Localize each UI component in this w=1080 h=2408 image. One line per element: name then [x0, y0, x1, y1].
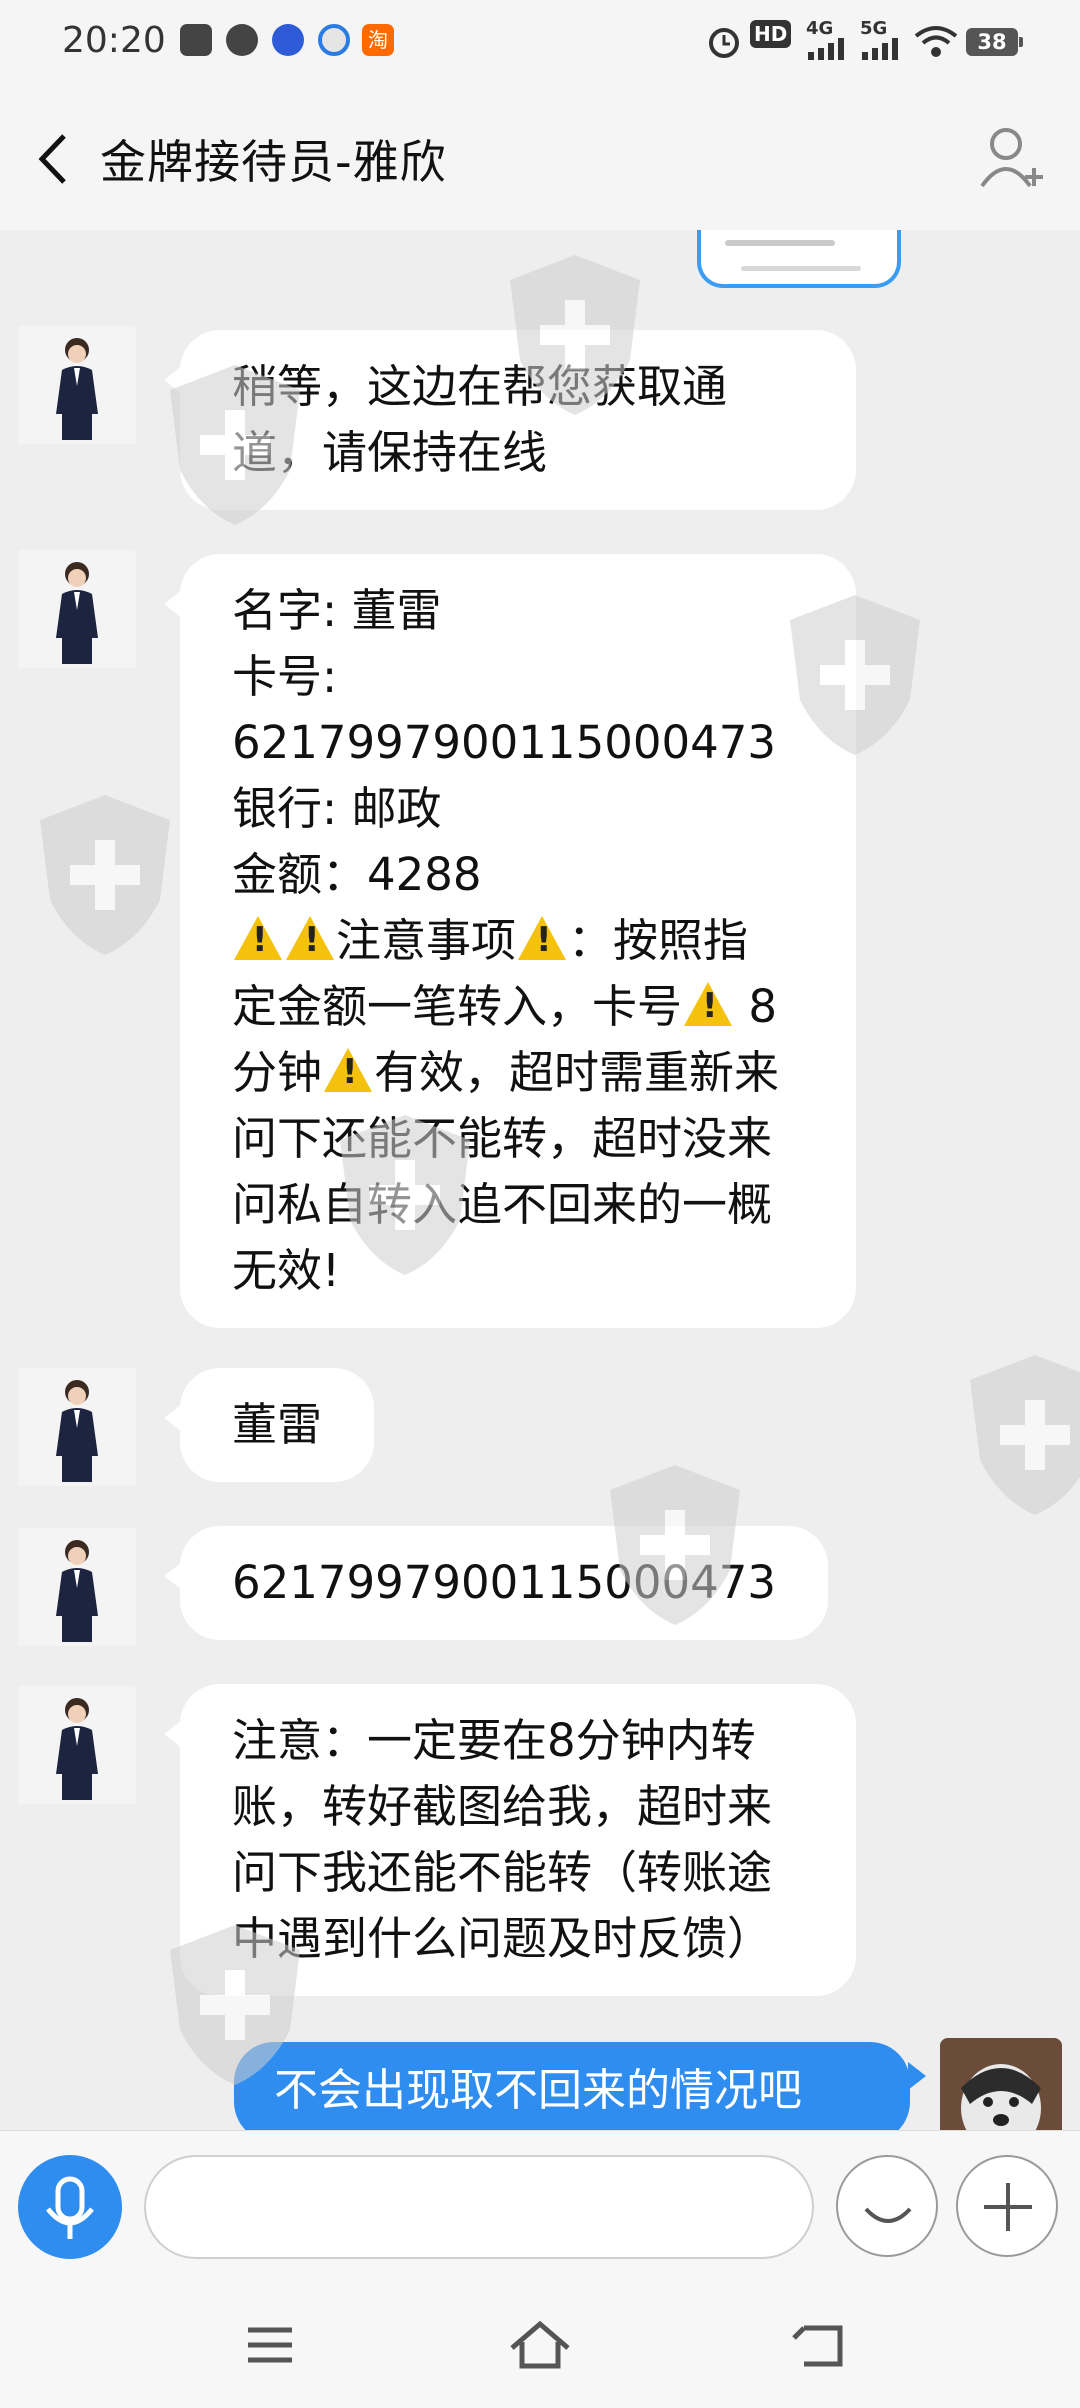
hd-indicator: HD — [750, 20, 792, 48]
warning-text: 定金额一笔转入，卡号 — [232, 980, 683, 1033]
message-line: 银行: 邮政 — [232, 782, 442, 835]
microphone-icon — [46, 2176, 94, 2239]
back-nav-icon[interactable] — [784, 2312, 864, 2378]
plus-icon — [984, 2183, 1032, 2231]
smile-icon — [864, 2207, 912, 2223]
warning-icon — [684, 982, 733, 1026]
message-line: 道，请保持在线 — [232, 426, 548, 479]
back-arrow-icon[interactable] — [22, 124, 82, 194]
warning-icon — [518, 916, 567, 960]
outgoing-message-text: 不会出现取不回来的情况吧 — [274, 2065, 802, 2116]
outgoing-message-bubble[interactable]: 不会出现取不回来的情况吧 — [234, 2042, 926, 2130]
message-input-bar — [0, 2130, 1080, 2282]
wifi-icon — [914, 26, 958, 57]
warning-line: 定金额一笔转入，卡号 8 — [232, 974, 804, 1040]
voice-button[interactable] — [18, 2155, 122, 2259]
signal-icon-1 — [808, 38, 844, 60]
chat-notification-icon — [226, 24, 258, 56]
app-icon-1 — [180, 24, 212, 56]
agent-avatar[interactable] — [18, 1528, 136, 1646]
warning-icon — [286, 916, 334, 960]
app-icon-4 — [318, 24, 350, 56]
card-number: 6217997900115000473 — [232, 716, 776, 769]
shield-watermark-icon — [40, 795, 170, 955]
message-line: 问私自转入追不回来的一概 — [232, 1178, 773, 1231]
agent-avatar[interactable] — [18, 326, 136, 444]
emoji-button[interactable] — [836, 2155, 938, 2257]
agent-avatar[interactable] — [18, 1686, 136, 1804]
message-line: 名字: 董雷 — [232, 584, 442, 637]
system-nav-bar — [0, 2282, 1080, 2408]
home-icon[interactable] — [500, 2312, 580, 2378]
status-time: 20:20 — [62, 20, 166, 61]
name-bubble[interactable]: 董雷 — [163, 1368, 375, 1482]
message-line: 注意：一定要在8分钟内转 — [232, 1714, 756, 1767]
warning-icon — [324, 1048, 373, 1092]
status-bar: 20:20 淘 HD 4G 5G 38 — [0, 0, 1080, 84]
shield-watermark-icon — [340, 1115, 470, 1275]
chat-header: 金牌接待员-雅欣 — [0, 84, 1080, 230]
shield-watermark-icon — [970, 1355, 1080, 1515]
message-line: 中遇到什么问题及时反馈） — [232, 1912, 773, 1965]
user-avatar[interactable] — [940, 2038, 1062, 2130]
amount-line: 金额：4288 — [232, 848, 482, 901]
warning-text: ：按照指 — [568, 914, 749, 967]
chat-title: 金牌接待员-雅欣 — [100, 135, 447, 189]
warning-title: 注意事项 — [336, 914, 517, 967]
message-line: 卡号: — [232, 650, 338, 703]
message-line: 无效! — [232, 1244, 341, 1297]
agent-avatar[interactable] — [18, 1368, 136, 1486]
warning-line: 注意事项 ：按照指 — [232, 908, 804, 974]
message-line: 问下还能不能转，超时没来 — [232, 1112, 773, 1165]
menu-icon[interactable] — [230, 2312, 310, 2378]
sent-image-thumbnail[interactable] — [697, 230, 901, 288]
network-5g: 5G — [860, 18, 888, 39]
message-line: 账，转好截图给我，超时来 — [232, 1780, 773, 1833]
taobao-icon: 淘 — [362, 24, 394, 56]
shield-watermark-icon — [170, 1925, 300, 2085]
shield-watermark-icon — [510, 255, 640, 415]
more-button[interactable] — [956, 2155, 1058, 2257]
shield-watermark-icon — [790, 595, 920, 755]
account-details-bubble[interactable]: 名字: 董雷 卡号: 6217997900115000473 银行: 邮政 金额… — [164, 554, 856, 1328]
signal-icon-2 — [862, 38, 898, 60]
warning-text: 分钟 — [232, 1046, 323, 1099]
paw-icon — [272, 24, 304, 56]
shield-watermark-icon — [610, 1465, 740, 1625]
message-list[interactable]: 稍等，这边在帮您获取通 道，请保持在线 名字: 董雷 卡号: 621799790… — [0, 230, 1080, 2130]
shield-watermark-icon — [170, 365, 300, 525]
warning-line: 分钟有效，超时需重新来 — [232, 1040, 804, 1106]
battery-indicator: 38 — [966, 28, 1023, 56]
warning-text: 8 — [734, 980, 777, 1033]
agent-avatar[interactable] — [18, 550, 136, 668]
message-line: 董雷 — [232, 1398, 323, 1451]
warning-text: 有效，超时需重新来 — [374, 1046, 780, 1099]
warning-icon — [234, 916, 282, 960]
add-user-icon[interactable] — [976, 122, 1048, 192]
network-4g: 4G — [806, 18, 834, 39]
message-line: 问下我还能不能转（转账途 — [232, 1846, 773, 1899]
message-input[interactable] — [144, 2155, 814, 2259]
alarm-icon — [709, 28, 739, 58]
